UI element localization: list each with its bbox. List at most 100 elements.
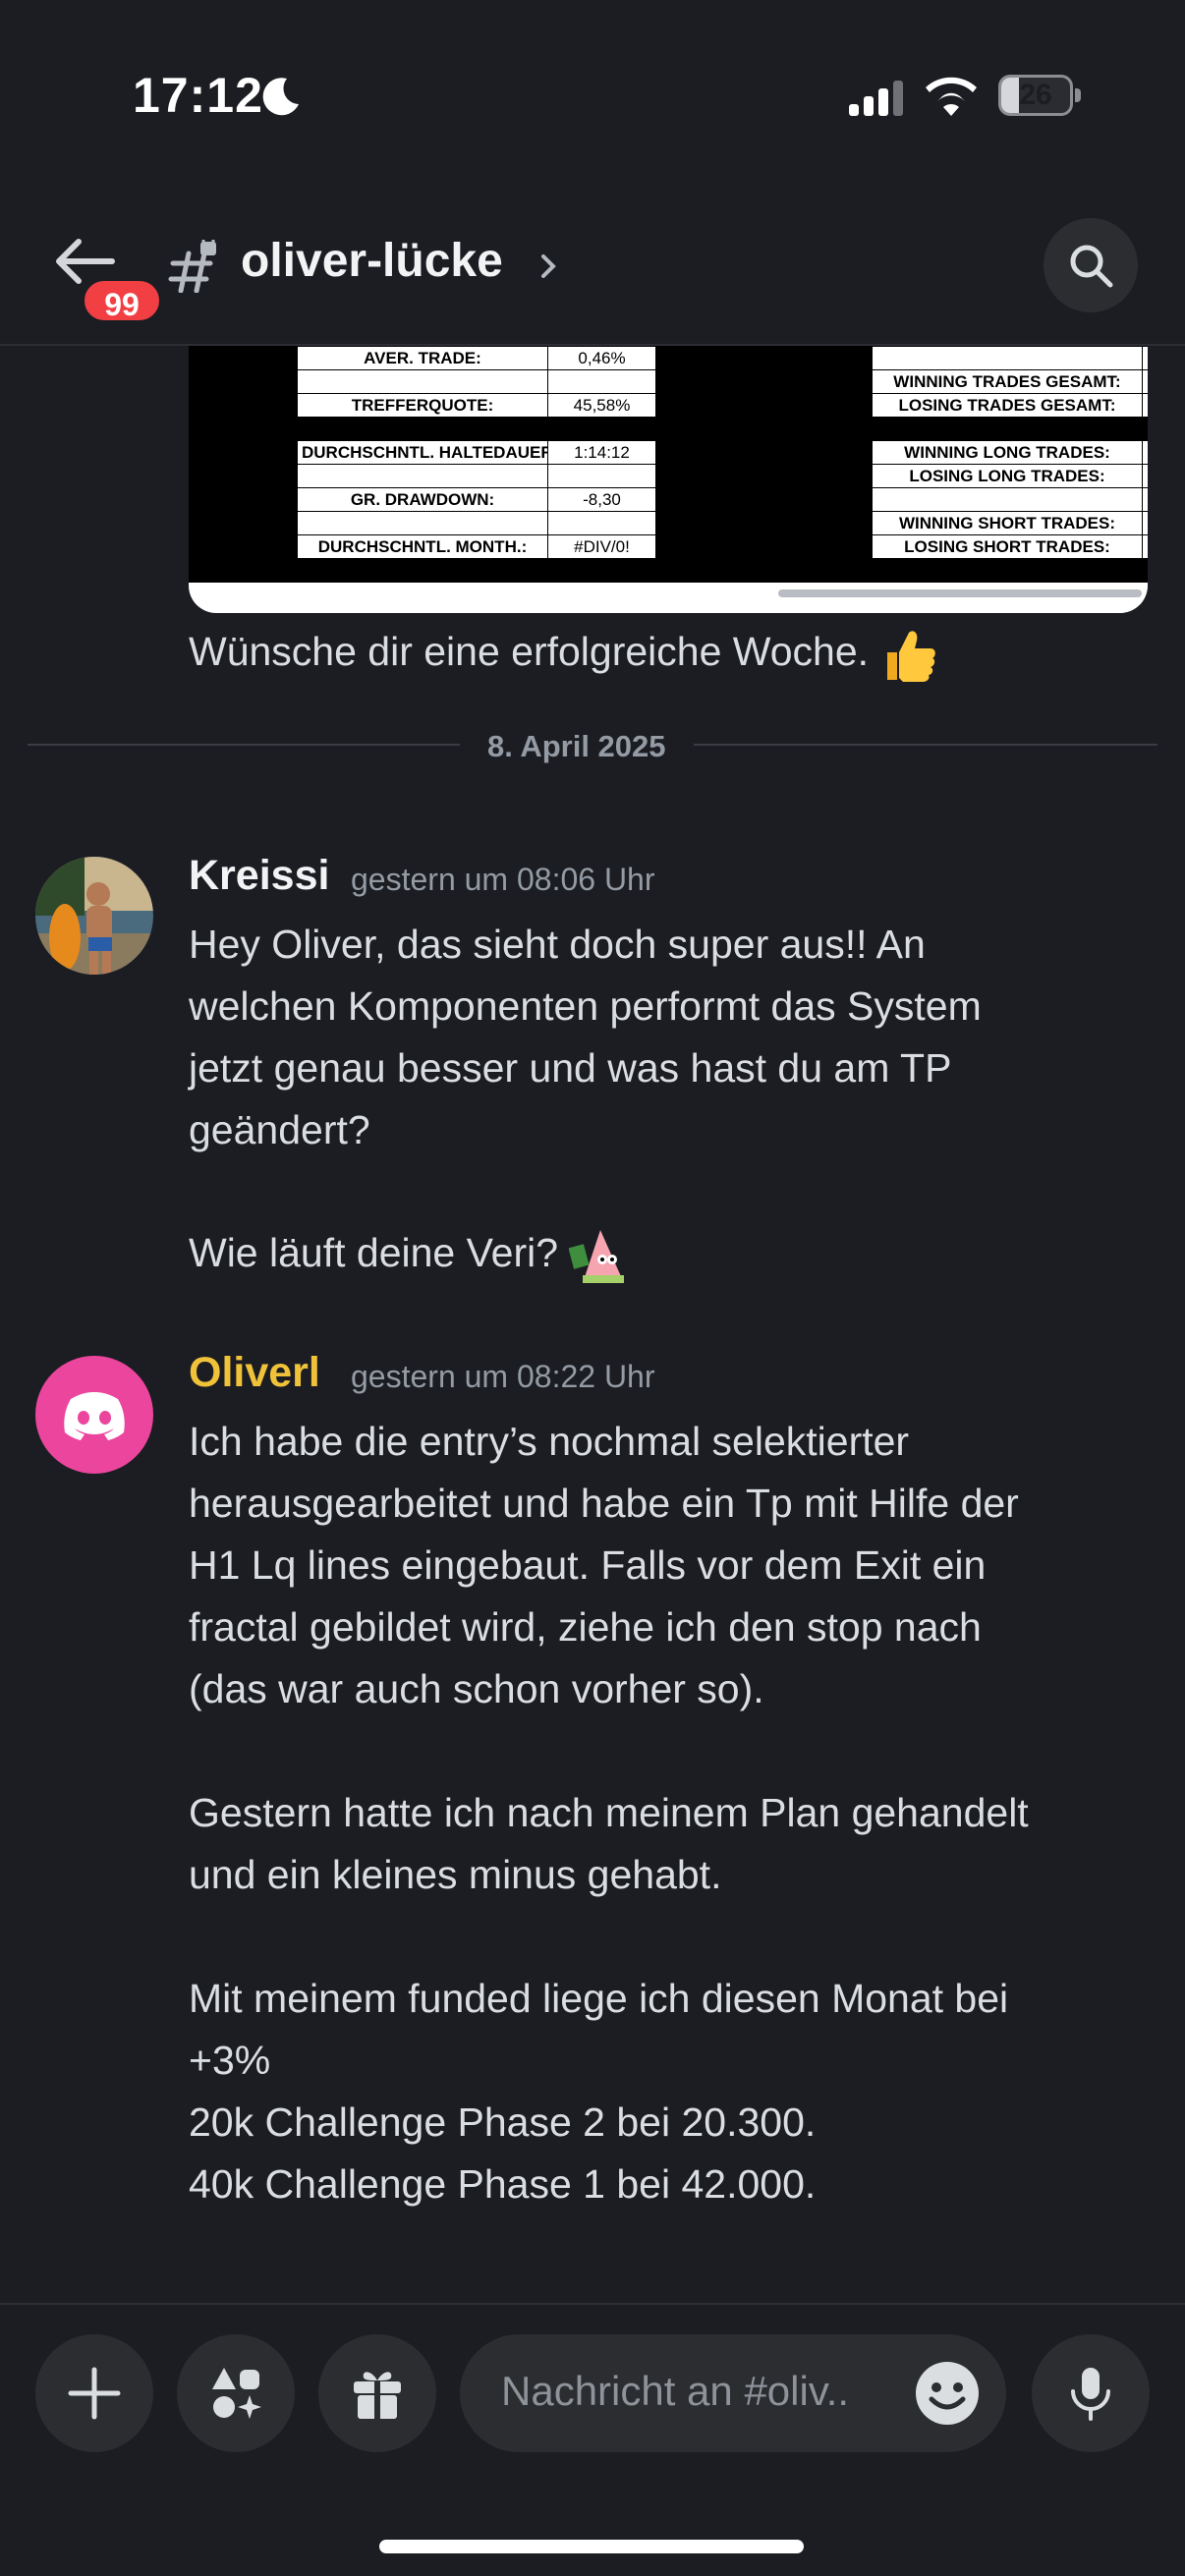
stat-label: LOSING SHORT TRADES:	[872, 534, 1143, 559]
table-row: WINNING TRADES GESAMT:98	[189, 369, 1148, 394]
stat-value: 28	[1142, 511, 1148, 535]
gift-button[interactable]	[318, 2334, 436, 2452]
table-spacer-cell	[763, 346, 873, 370]
chevron-right-icon[interactable]	[538, 252, 558, 281]
stat-value: 0,46%	[547, 346, 656, 370]
table-spacer-cell	[763, 417, 873, 441]
emoji-icon[interactable]	[912, 2358, 983, 2429]
stat-label: LOSING TRADES GESAMT:	[872, 393, 1143, 418]
wifi-icon	[926, 77, 977, 116]
stat-value: 45,58%	[547, 393, 656, 418]
stat-label: AVER. TRADE:	[297, 346, 548, 370]
table-row: DURCHSCHNTL. MONTH.: #DIV/0! LOSING SHORT …	[189, 534, 1148, 559]
cellular-signal-icon	[849, 81, 903, 116]
image-scrollbar	[778, 589, 1142, 597]
stat-label: LOSING LONG TRADES:	[872, 464, 1143, 488]
table-spacer-cell	[763, 440, 873, 465]
table-spacer-cell	[189, 464, 298, 488]
stat-label: WINNING TRADES GESAMT:	[872, 369, 1143, 394]
trade-statistics-table: AVER. TRADE:0,46%WINNING TRADES GESAMT:9…	[189, 346, 1148, 583]
message-body-line: Wie läuft deine Veri?	[189, 1222, 1152, 1285]
home-indicator[interactable]	[379, 2540, 804, 2553]
channel-title[interactable]: oliver-lücke	[241, 234, 503, 288]
add-attachment-button[interactable]	[35, 2334, 153, 2452]
previous-message-text: Wünsche dir eine erfolgreiche Woche.	[189, 629, 870, 674]
stat-label	[297, 369, 548, 394]
table-spacer-cell	[655, 417, 764, 441]
message-composer: Nachricht an #oliv..	[0, 2303, 1185, 2576]
microphone-icon	[1071, 2368, 1110, 2421]
battery-percentage: 26	[1019, 79, 1052, 111]
channel-header: 99 oliver-lücke	[0, 196, 1185, 346]
table-spacer-cell	[763, 487, 873, 512]
message-author[interactable]: Oliverl	[189, 1349, 320, 1397]
avatar-oliverl[interactable]	[35, 1356, 153, 1474]
stat-label	[297, 511, 548, 535]
table-spacer-cell	[655, 487, 764, 512]
stat-value: 49	[1142, 534, 1148, 559]
stat-value: 1:14:12	[547, 440, 656, 465]
stat-label: WINNING SHORT TRADES:	[872, 511, 1143, 535]
table-spacer-cell	[763, 464, 873, 488]
table-row: GR. DRAWDOWN: -8,30	[189, 487, 1148, 512]
stat-label	[297, 417, 548, 441]
stat-label: GR. DRAWDOWN:	[297, 487, 548, 512]
stat-value	[547, 417, 656, 441]
previous-message: Wünsche dir eine erfolgreiche Woche.	[189, 621, 1152, 684]
table-spacer-cell	[763, 534, 873, 559]
table-row: TREFFERQUOTE: 45,58% LOSING TRADES GESAMT:…	[189, 393, 1148, 418]
table-spacer-cell	[189, 440, 298, 465]
stat-value	[1142, 417, 1148, 441]
status-time: 17:12	[133, 68, 263, 123]
plus-icon	[68, 2367, 121, 2420]
message-text: Wie läuft deine Veri?	[189, 1230, 559, 1275]
table-row: DURCHSCHNTL. HALTEDAUER: 1:14:12 WINNING L…	[189, 440, 1148, 465]
message-author[interactable]: Kreissi	[189, 852, 329, 900]
moon-icon	[262, 78, 299, 116]
stat-value	[547, 369, 656, 394]
stat-label	[872, 346, 1143, 370]
stat-value: 68	[1142, 464, 1148, 488]
table-spacer-cell	[655, 369, 764, 394]
stat-label: WINNING LONG TRADES:	[872, 440, 1143, 465]
voice-message-button[interactable]	[1032, 2334, 1150, 2452]
stat-value: 70	[1142, 440, 1148, 465]
stat-value	[547, 511, 656, 535]
message-list[interactable]: AVER. TRADE:0,46%WINNING TRADES GESAMT:9…	[0, 346, 1185, 2301]
table-row	[189, 558, 1148, 583]
patrick-money-emoji	[569, 1230, 625, 1284]
avatar-kreissi[interactable]	[35, 857, 153, 975]
stat-label: DURCHSCHNTL. HALTEDAUER:	[297, 440, 548, 465]
stat-value	[1142, 487, 1148, 512]
stat-value	[547, 558, 656, 583]
table-row: WINNING SHORT TRADES:28	[189, 511, 1148, 535]
message-timestamp: gestern um 08:06 Uhr	[351, 862, 655, 897]
stat-label	[872, 558, 1143, 583]
apps-icon	[212, 2368, 261, 2419]
date-divider: 8. April 2025	[460, 729, 694, 764]
table-row	[189, 417, 1148, 441]
table-spacer-cell	[655, 346, 764, 370]
table-spacer-cell	[189, 511, 298, 535]
table-spacer-cell	[763, 393, 873, 418]
message-input[interactable]: Nachricht an #oliv..	[460, 2334, 1006, 2452]
table-spacer-cell	[655, 440, 764, 465]
apps-button[interactable]	[177, 2334, 295, 2452]
stat-label: TREFFERQUOTE:	[297, 393, 548, 418]
stat-label	[297, 558, 548, 583]
stat-value	[547, 464, 656, 488]
table-spacer-cell	[189, 558, 298, 583]
stat-label	[872, 487, 1143, 512]
table-row: AVER. TRADE: 0,46%	[189, 346, 1148, 370]
discord-logo-icon	[64, 1392, 125, 1440]
message-body: Hey Oliver, das sieht doch super aus!! A…	[189, 922, 982, 1152]
search-button[interactable]	[1044, 218, 1138, 312]
stat-label	[297, 464, 548, 488]
table-row: LOSING LONG TRADES:68	[189, 464, 1148, 488]
table-spacer-cell	[189, 393, 298, 418]
gift-icon	[354, 2372, 401, 2419]
stat-value: -8,30	[547, 487, 656, 512]
table-spacer-cell	[189, 346, 298, 370]
table-spacer-cell	[655, 534, 764, 559]
attachment-image[interactable]: AVER. TRADE:0,46%WINNING TRADES GESAMT:9…	[189, 346, 1148, 613]
